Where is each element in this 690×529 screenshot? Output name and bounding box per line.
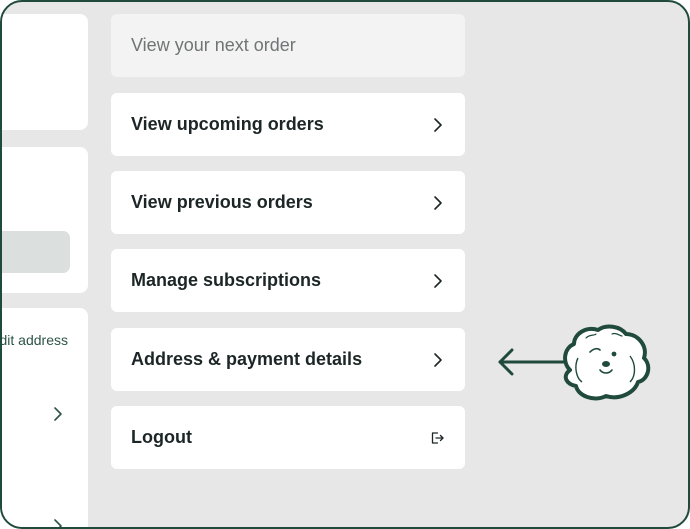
left-card-middle xyxy=(2,147,88,293)
menu-item-label: View your next order xyxy=(131,35,296,55)
edit-address-link[interactable]: Edit address xyxy=(2,332,68,348)
menu-item-label: View upcoming orders xyxy=(131,114,324,134)
logout-icon xyxy=(431,431,444,444)
menu-item-address-payment[interactable]: Address & payment details xyxy=(111,328,465,391)
account-page: Edit address View your next order View u… xyxy=(0,0,690,529)
chevron-right-icon[interactable] xyxy=(52,406,64,422)
chevron-right-icon xyxy=(434,117,442,132)
menu-item-label: Logout xyxy=(131,427,192,447)
menu-item-manage-subscriptions[interactable]: Manage subscriptions xyxy=(111,249,465,312)
menu-item-upcoming-orders[interactable]: View upcoming orders xyxy=(111,93,465,156)
menu-item-next-order[interactable]: View your next order xyxy=(111,14,465,77)
menu-item-previous-orders[interactable]: View previous orders xyxy=(111,171,465,234)
menu-item-label: Address & payment details xyxy=(131,349,363,369)
left-card-top xyxy=(2,14,88,130)
menu-item-logout[interactable]: Logout xyxy=(111,406,465,469)
dog-mascot-icon xyxy=(563,324,651,401)
left-action-button[interactable] xyxy=(2,231,70,273)
menu-item-label: Manage subscriptions xyxy=(131,270,322,290)
chevron-right-icon xyxy=(434,195,442,210)
menu-item-label: View previous orders xyxy=(131,192,313,212)
chevron-right-icon[interactable] xyxy=(52,518,64,529)
chevron-right-icon xyxy=(434,273,442,288)
chevron-right-icon xyxy=(434,352,442,367)
left-card-address: Edit address xyxy=(2,308,88,529)
